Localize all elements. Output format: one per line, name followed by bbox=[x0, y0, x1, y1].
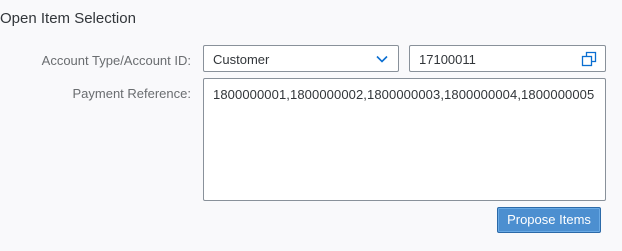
account-type-id-label: Account Type/Account ID: bbox=[41, 53, 191, 68]
chevron-down-icon[interactable] bbox=[375, 52, 389, 66]
account-type-select[interactable]: Customer bbox=[203, 45, 399, 72]
payment-reference-textarea[interactable]: 1800000001,1800000002,1800000003,1800000… bbox=[203, 78, 606, 201]
value-help-icon[interactable] bbox=[581, 51, 597, 67]
payment-reference-value: 1800000001,1800000002,1800000003,1800000… bbox=[213, 87, 595, 102]
account-id-input[interactable]: 17100011 bbox=[409, 45, 606, 72]
propose-items-button[interactable]: Propose Items bbox=[497, 207, 601, 233]
open-item-selection-panel: Open Item Selection Account Type/Account… bbox=[0, 0, 622, 251]
section-title: Open Item Selection bbox=[0, 10, 136, 27]
account-id-value: 17100011 bbox=[419, 52, 476, 67]
payment-reference-label: Payment Reference: bbox=[72, 86, 191, 101]
account-type-value: Customer bbox=[213, 52, 270, 67]
